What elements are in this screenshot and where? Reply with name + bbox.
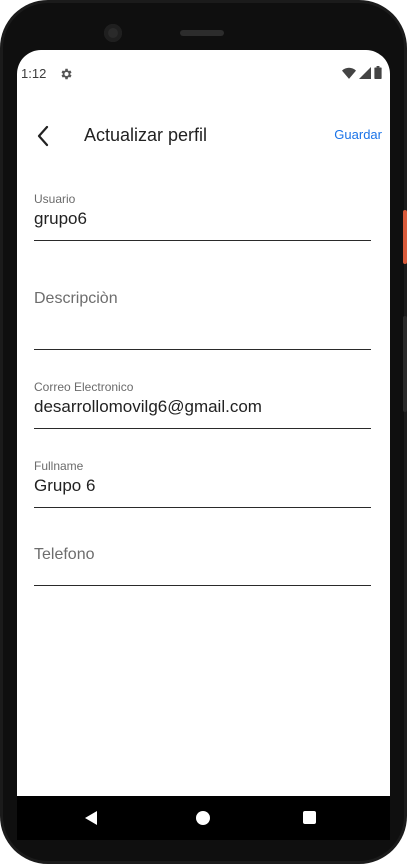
fullname-value: Grupo 6 xyxy=(34,476,96,495)
telefono-field[interactable]: Telefono xyxy=(34,546,371,586)
status-time: 1:12 xyxy=(21,66,47,81)
telefono-placeholder: Telefono xyxy=(34,546,95,563)
usuario-value: grupo6 xyxy=(34,209,87,228)
power-button xyxy=(403,210,407,264)
fullname-label: Fullname xyxy=(34,459,84,473)
phone-frame: 1:12 Actualizar perfil Guardar Usuario g… xyxy=(0,0,407,864)
front-camera xyxy=(104,24,122,42)
status-bar: 1:12 xyxy=(17,50,390,96)
correo-field[interactable]: Correo Electronico desarrollomovilg6@gma… xyxy=(34,380,371,429)
signal-icon xyxy=(359,66,371,79)
battery-icon xyxy=(374,66,382,79)
usuario-label: Usuario xyxy=(34,192,76,206)
earpiece-speaker xyxy=(180,30,224,36)
back-arrow-icon xyxy=(37,125,49,147)
fullname-field[interactable]: Fullname Grupo 6 xyxy=(34,459,371,508)
back-button[interactable] xyxy=(29,122,57,150)
status-icons xyxy=(342,66,382,79)
wifi-icon xyxy=(342,67,356,79)
descripcion-placeholder: Descripciòn xyxy=(34,290,118,307)
screen: 1:12 Actualizar perfil Guardar Usuario g… xyxy=(17,50,390,796)
page-title: Actualizar perfil xyxy=(84,125,208,145)
nav-recent-icon[interactable] xyxy=(303,811,316,824)
save-button[interactable]: Guardar xyxy=(334,127,382,142)
nav-back-icon[interactable] xyxy=(85,811,97,825)
volume-button xyxy=(403,316,407,412)
gear-icon xyxy=(61,68,72,80)
correo-label: Correo Electronico xyxy=(34,380,134,394)
correo-value: desarrollomovilg6@gmail.com xyxy=(34,397,262,416)
app-bar: Actualizar perfil Guardar xyxy=(17,112,390,160)
usuario-field[interactable]: Usuario grupo6 xyxy=(34,192,371,241)
nav-home-icon[interactable] xyxy=(196,811,210,825)
descripcion-field[interactable]: Descripciòn xyxy=(34,290,371,350)
system-nav-bar xyxy=(17,796,390,840)
